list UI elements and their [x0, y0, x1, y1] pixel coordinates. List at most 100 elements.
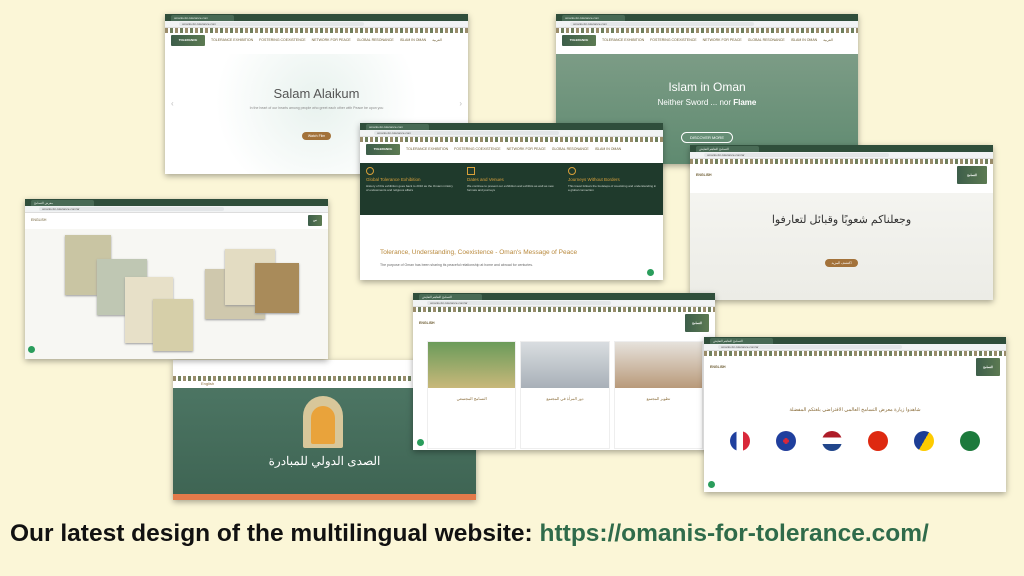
france-flag-icon[interactable]	[730, 431, 750, 451]
site-navbar: ENGLISH التسامح	[690, 164, 993, 186]
browser-url-bar[interactable]: omanis-for-tolerance.com	[165, 21, 468, 28]
chat-button[interactable]	[28, 346, 35, 353]
browser-titlebar: omanis-for-tolerance.com	[165, 14, 468, 21]
poster-collage	[25, 229, 328, 359]
hero-heading: وجعلناكم شعوبًا وقبائل لتعارفوا	[771, 214, 912, 226]
mosque-arch-icon	[303, 396, 343, 448]
bosnia-flag-icon[interactable]	[914, 431, 934, 451]
language-link[interactable]: ENGLISH	[31, 218, 46, 222]
card-image	[521, 342, 609, 388]
slider-next-arrow[interactable]: ›	[459, 99, 462, 108]
section-heading: شاهدوا زيارة معرض التسامح العالمي الافتر…	[789, 407, 921, 413]
browser-url-bar[interactable]: omanis-for-tolerance.com	[360, 130, 663, 137]
poster	[153, 299, 193, 351]
nav-item[interactable]: NETWORK FOR PEACE	[312, 38, 351, 42]
feature-card[interactable]: Dates and Venues We continue to present …	[461, 163, 562, 215]
site-navbar: TOLERANCE TOLERANCE EXHIBITION FOSTERING…	[556, 33, 858, 47]
browser-url-bar[interactable]: omanis-for-tolerance.com/ar	[704, 344, 1006, 351]
browser-titlebar: التسامح التفاهم التعايش	[704, 337, 1006, 344]
browser-url-bar[interactable]: omanis-for-tolerance.com	[556, 21, 858, 28]
calendar-icon	[467, 167, 475, 175]
nav-item[interactable]: GLOBAL RESONANCE	[357, 38, 394, 42]
nav-item[interactable]: TOLERANCE EXHIBITION	[211, 38, 253, 42]
poster	[255, 263, 299, 313]
language-link[interactable]: ENGLISH	[710, 365, 726, 369]
browser-url-bar[interactable]: omanis-for-tolerance.com/ar	[413, 300, 715, 307]
article-card[interactable]: دور المرأة في المجتمع	[520, 341, 610, 449]
slide-caption: Our latest design of the multilingual we…	[10, 520, 1014, 548]
china-flag-icon[interactable]	[868, 431, 888, 451]
nav-item[interactable]: ISLAM IN OMAN	[791, 38, 817, 42]
nav-item[interactable]: NETWORK FOR PEACE	[703, 38, 742, 42]
nav-item[interactable]: TOLERANCE EXHIBITION	[406, 147, 448, 151]
hero-heading: Salam Alaikum	[273, 86, 360, 101]
site-navbar: ENGLISH التسامح	[413, 312, 715, 334]
nav-item[interactable]: FOSTERING COEXISTENCE	[259, 38, 305, 42]
site-logo[interactable]: TOLERANCE	[366, 143, 400, 155]
browser-titlebar: omanis-for-tolerance.com	[360, 123, 663, 130]
card-image	[614, 342, 702, 388]
nav-item-arabic[interactable]: العربية	[823, 38, 833, 42]
discover-more-button[interactable]: اكتشف المزيد	[825, 259, 858, 267]
caption-text: Our latest design of the multilingual we…	[10, 520, 540, 547]
browser-url-bar[interactable]: omanis-for-tolerance.com/ar	[25, 206, 328, 213]
card-image	[428, 342, 516, 388]
nav-item[interactable]: ISLAM IN OMAN	[400, 38, 426, 42]
nav-item[interactable]: TOLERANCE EXHIBITION	[602, 38, 644, 42]
nav-item[interactable]: ISLAM IN OMAN	[595, 147, 621, 151]
chat-button[interactable]	[647, 269, 654, 276]
chat-button[interactable]	[417, 439, 424, 446]
screenshot-tolerance-message: omanis-for-tolerance.com omanis-for-tole…	[360, 123, 663, 280]
site-logo[interactable]: س	[308, 214, 322, 226]
flag-row	[704, 431, 1006, 451]
feature-card[interactable]: Global Tolerance Exhibition History of t…	[360, 163, 461, 215]
site-navbar: ENGLISH س	[25, 213, 328, 227]
site-logo[interactable]: TOLERANCE	[171, 34, 205, 46]
discover-more-button[interactable]: DISCOVER MORE	[680, 132, 733, 143]
article-card[interactable]: تطوير المجتمع	[613, 341, 703, 449]
hero-heading: Islam in Oman	[668, 80, 746, 94]
screenshot-arabic-hero: التسامح التفاهم التعايش omanis-for-toler…	[690, 145, 993, 300]
feature-cards: Global Tolerance Exhibition History of t…	[360, 163, 663, 215]
nav-item[interactable]: GLOBAL RESONANCE	[552, 147, 589, 151]
hero-section: وجعلناكم شعوبًا وقبائل لتعارفوا اكتشف ال…	[690, 193, 993, 300]
site-logo[interactable]: التسامح	[685, 314, 709, 332]
browser-titlebar: معرض التسامح	[25, 199, 328, 206]
site-navbar: TOLERANCE TOLERANCE EXHIBITION FOSTERING…	[165, 33, 468, 47]
screenshot-arabic-cards: التسامح التفاهم التعايش omanis-for-toler…	[413, 293, 715, 450]
nav-item[interactable]: FOSTERING COEXISTENCE	[650, 38, 696, 42]
language-link[interactable]: ENGLISH	[696, 173, 712, 177]
nav-item[interactable]: GLOBAL RESONANCE	[748, 38, 785, 42]
browser-titlebar: التسامح التفاهم التعايش	[690, 145, 993, 152]
language-link[interactable]: ENGLISH	[419, 321, 435, 325]
nav-item[interactable]: FOSTERING COEXISTENCE	[454, 147, 500, 151]
site-logo[interactable]: التسامح	[976, 358, 1000, 376]
people-icon	[568, 167, 576, 175]
hero-text: In the heart of our hearts among people …	[249, 106, 384, 110]
browser-url-bar[interactable]: omanis-for-tolerance.com/ar	[690, 152, 993, 159]
section-text: The purpose of Oman has been sharing its…	[380, 263, 533, 267]
watch-film-button[interactable]: Watch Film	[301, 132, 332, 140]
netherlands-flag-icon[interactable]	[822, 431, 842, 451]
site-navbar: TOLERANCE TOLERANCE EXHIBITION FOSTERING…	[360, 142, 663, 156]
nav-item[interactable]: NETWORK FOR PEACE	[507, 147, 546, 151]
card-row: التسامح المجتمعي دور المرأة في المجتمع ت…	[427, 341, 703, 449]
saudi-flag-icon[interactable]	[960, 431, 980, 451]
slider-prev-arrow[interactable]: ‹	[171, 99, 174, 108]
site-logo[interactable]: TOLERANCE	[562, 34, 596, 46]
site-logo[interactable]: التسامح	[957, 166, 987, 184]
feature-card[interactable]: Journeys Without Borders This travel fol…	[562, 163, 663, 215]
nav-item-arabic[interactable]: العربية	[432, 38, 442, 42]
hero-subheading: Neither Sword ... nor Flame	[657, 98, 757, 107]
site-navbar: ENGLISH التسامح	[704, 356, 1006, 378]
screenshot-exhibition-posters: معرض التسامح omanis-for-tolerance.com/ar…	[25, 199, 328, 359]
article-card[interactable]: التسامح المجتمعي	[427, 341, 517, 449]
uk-flag-icon[interactable]	[776, 431, 796, 451]
language-link[interactable]: English	[201, 381, 214, 386]
emblem-title: الصدى الدولي للمبادرة	[268, 454, 381, 468]
chat-button[interactable]	[708, 481, 715, 488]
screenshot-language-flags: التسامح التفاهم التعايش omanis-for-toler…	[704, 337, 1006, 492]
browser-titlebar: التسامح التفاهم التعايش	[413, 293, 715, 300]
browser-titlebar: omanis-for-tolerance.com	[556, 14, 858, 21]
website-link[interactable]: https://omanis-for-tolerance.com/	[540, 520, 929, 547]
